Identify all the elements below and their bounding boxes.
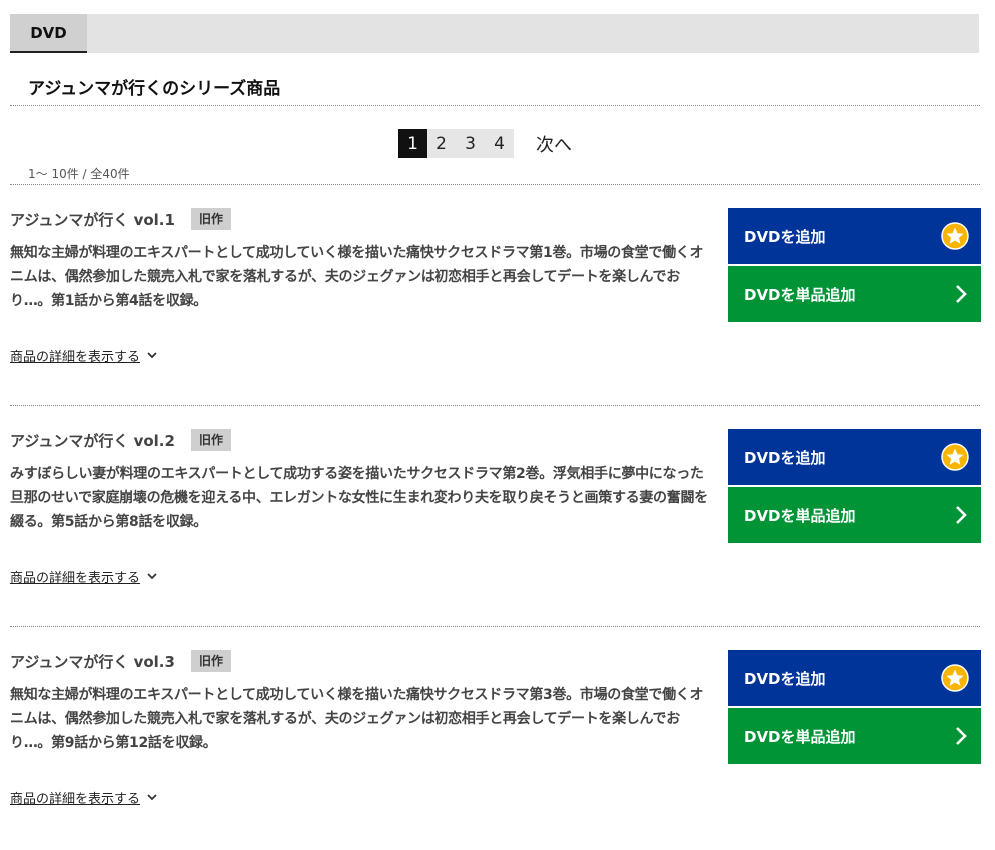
chevron-right-icon <box>953 504 969 526</box>
item-description: 無知な主婦が料理のエキスパートとして成功していく様を描いた痛快サクセスドラマ第3… <box>10 687 704 751</box>
series-title: アジュンマが行くのシリーズ商品 <box>28 79 281 99</box>
item-title[interactable]: アジュンマが行く vol.1 <box>10 209 175 230</box>
item-title-row: アジュンマが行く vol.1 旧作 <box>10 208 231 230</box>
product-item: アジュンマが行く vol.1 旧作 無知な主婦が料理のエキスパートとして成功して… <box>10 208 982 408</box>
chevron-down-icon <box>146 350 158 362</box>
show-details-link[interactable]: 商品の詳細を表示する <box>10 346 158 365</box>
add-dvd-button[interactable]: DVDを追加 <box>728 429 981 485</box>
old-release-badge: 旧作 <box>190 429 231 451</box>
star-icon <box>941 443 969 471</box>
add-single-dvd-label: DVDを単品追加 <box>744 506 856 525</box>
divider <box>10 405 980 406</box>
page-3[interactable]: 3 <box>456 129 485 158</box>
add-single-dvd-label: DVDを単品追加 <box>744 285 856 304</box>
star-icon <box>941 664 969 692</box>
product-item: アジュンマが行く vol.2 旧作 みすぼらしい妻が料理のエキスパートとして成功… <box>10 429 982 629</box>
chevron-right-icon <box>953 283 969 305</box>
item-description: みすぼらしい妻が料理のエキスパートとして成功する姿を描いたサクセスドラマ第2巻。… <box>10 466 708 530</box>
add-dvd-label: DVDを追加 <box>744 669 826 688</box>
star-icon <box>941 222 969 250</box>
chevron-right-icon <box>953 725 969 747</box>
tab-bar: DVD <box>10 14 979 53</box>
add-single-dvd-label: DVDを単品追加 <box>744 727 856 746</box>
page-1[interactable]: 1 <box>398 129 427 158</box>
item-description: 無知な主婦が料理のエキスパートとして成功していく様を描いた痛快サクセスドラマ第1… <box>10 245 704 309</box>
page-2[interactable]: 2 <box>427 129 456 158</box>
show-details-label: 商品の詳細を表示する <box>10 350 141 365</box>
page-4[interactable]: 4 <box>485 129 514 158</box>
old-release-badge: 旧作 <box>190 650 231 672</box>
show-details-label: 商品の詳細を表示する <box>10 792 141 807</box>
old-release-badge: 旧作 <box>190 208 231 230</box>
add-single-dvd-button[interactable]: DVDを単品追加 <box>728 487 981 543</box>
item-title[interactable]: アジュンマが行く vol.2 <box>10 430 175 451</box>
add-dvd-button[interactable]: DVDを追加 <box>728 208 981 264</box>
add-dvd-label: DVDを追加 <box>744 227 826 246</box>
chevron-down-icon <box>146 571 158 583</box>
item-title[interactable]: アジュンマが行く vol.3 <box>10 651 175 672</box>
add-dvd-label: DVDを追加 <box>744 448 826 467</box>
show-details-label: 商品の詳細を表示する <box>10 571 141 586</box>
divider <box>10 626 980 627</box>
chevron-down-icon <box>146 792 158 804</box>
result-range: 1～ 10件 / 全40件 <box>28 167 130 181</box>
pagination: 1 2 3 4 次へ <box>398 129 572 158</box>
item-title-row: アジュンマが行く vol.3 旧作 <box>10 650 231 672</box>
show-details-link[interactable]: 商品の詳細を表示する <box>10 567 158 586</box>
add-single-dvd-button[interactable]: DVDを単品追加 <box>728 708 981 764</box>
item-title-row: アジュンマが行く vol.2 旧作 <box>10 429 231 451</box>
next-page-link[interactable]: 次へ <box>536 129 572 158</box>
tab-dvd[interactable]: DVD <box>10 14 87 53</box>
product-item: アジュンマが行く vol.3 旧作 無知な主婦が料理のエキスパートとして成功して… <box>10 650 982 850</box>
divider <box>10 105 980 106</box>
add-single-dvd-button[interactable]: DVDを単品追加 <box>728 266 981 322</box>
divider <box>10 184 980 185</box>
add-dvd-button[interactable]: DVDを追加 <box>728 650 981 706</box>
show-details-link[interactable]: 商品の詳細を表示する <box>10 788 158 807</box>
